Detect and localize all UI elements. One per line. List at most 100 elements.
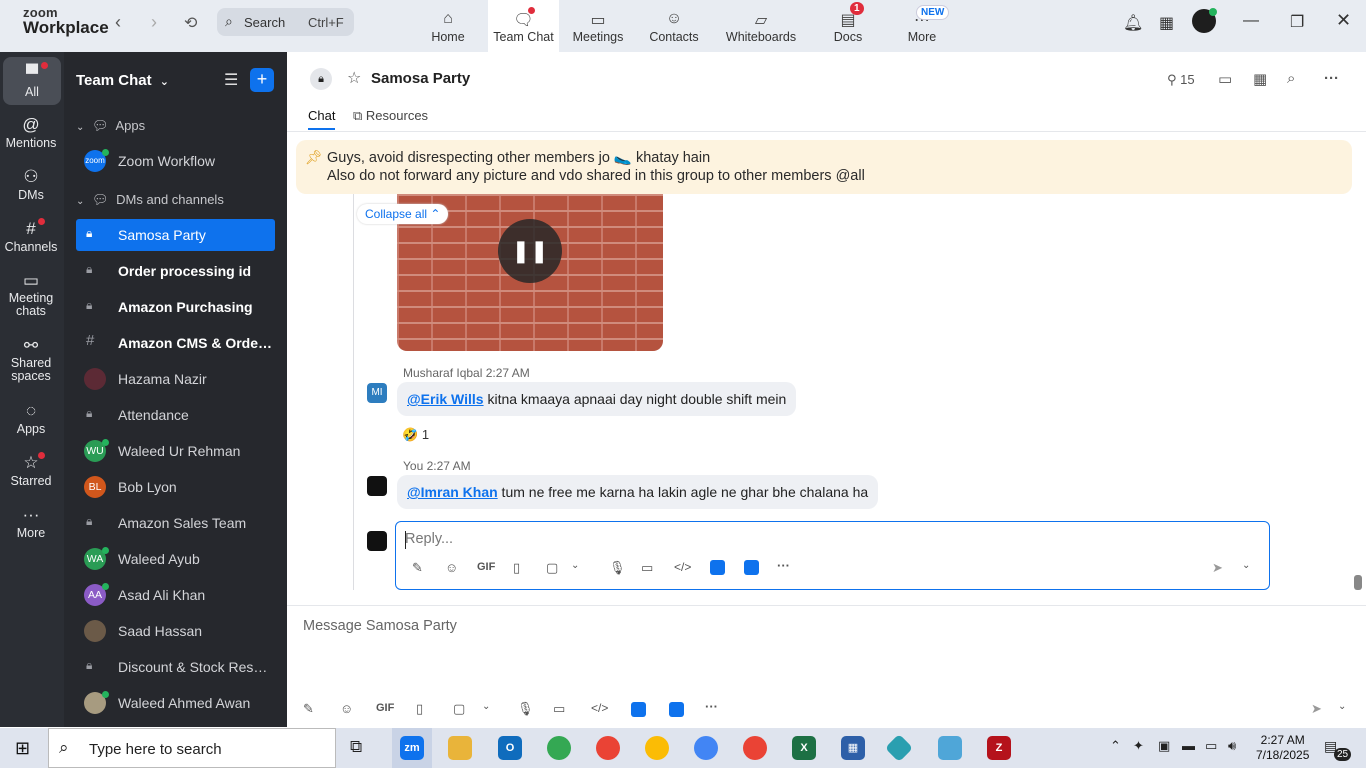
rail-shared-spaces[interactable]: ⚯ Shared spaces bbox=[0, 335, 62, 383]
chevron-down-icon[interactable]: ⌄ bbox=[1338, 701, 1346, 712]
more-icon[interactable]: ··· bbox=[1324, 70, 1339, 87]
windows-start-icon[interactable]: ⊞ bbox=[15, 738, 30, 759]
task-view-icon[interactable]: ⧉ bbox=[350, 737, 362, 757]
app-tray-icon[interactable]: ✦ bbox=[1133, 738, 1144, 754]
group-apps[interactable]: ⌄ 💬︎ Apps bbox=[76, 118, 145, 134]
reaction-chip[interactable]: 🤣 1 bbox=[402, 427, 429, 443]
tab-contacts[interactable]: ☺ Contacts bbox=[642, 0, 706, 52]
sidebar-item-amazon-sales-team[interactable]: 🔒︎ Amazon Sales Team bbox=[76, 507, 275, 539]
pause-icon[interactable]: ❚❚ bbox=[498, 219, 562, 283]
tab-team-chat[interactable]: 🗨 Team Chat bbox=[488, 0, 559, 52]
sidebar-item-amazon-purchasing[interactable]: 🔒︎ Amazon Purchasing bbox=[76, 291, 275, 323]
pinned-message[interactable]: 📌︎ Guys, avoid disrespecting other membe… bbox=[296, 140, 1352, 194]
sidebar-item-asad-ali-khan[interactable]: AA Asad Ali Khan bbox=[76, 579, 275, 611]
scrollbar-thumb[interactable] bbox=[1354, 575, 1362, 590]
rail-more[interactable]: ··· More bbox=[0, 504, 62, 540]
rail-all[interactable]: ▀ All bbox=[3, 57, 61, 105]
app-icon[interactable] bbox=[631, 702, 646, 717]
scrollbar[interactable] bbox=[1353, 132, 1363, 592]
clock[interactable]: 2:27 AM 7/18/2025 bbox=[1256, 733, 1309, 763]
chevron-down-icon[interactable]: ⌄ bbox=[482, 701, 490, 712]
sidebar-item-amazon-cms[interactable]: # Amazon CMS & Order... bbox=[76, 327, 275, 359]
network-icon[interactable]: ▭ bbox=[1205, 738, 1217, 754]
more-icon[interactable]: ··· bbox=[777, 558, 790, 573]
sidebar-item-hazama-nazir[interactable]: Hazama Nazir bbox=[76, 363, 275, 395]
tab-resources[interactable]: ⧉ Resources bbox=[353, 108, 428, 124]
more-icon[interactable]: ··· bbox=[705, 699, 718, 714]
avatar[interactable] bbox=[1192, 8, 1217, 33]
mention-link[interactable]: @Imran Khan bbox=[407, 484, 498, 500]
restore-icon[interactable]: ❐ bbox=[1290, 12, 1304, 32]
rail-starred[interactable]: ☆ Starred bbox=[0, 452, 62, 488]
chevron-down-icon[interactable]: ⌄ bbox=[571, 560, 579, 571]
app-icon[interactable] bbox=[744, 560, 759, 575]
sidebar-item-zoom-workflow[interactable]: zoom Zoom Workflow bbox=[76, 145, 275, 177]
sidebar-item-attendance[interactable]: 🔒︎ Attendance bbox=[76, 399, 275, 431]
tab-meetings[interactable]: ▭ Meetings bbox=[566, 0, 630, 52]
forward-arrow-icon[interactable]: › bbox=[151, 12, 157, 33]
chrome-icon[interactable] bbox=[743, 736, 767, 760]
collapse-all-button[interactable]: Collapse all ⌃ bbox=[357, 204, 449, 224]
outlook-icon[interactable]: O bbox=[498, 736, 522, 760]
chrome-icon[interactable] bbox=[596, 736, 620, 760]
send-icon[interactable]: ➤ bbox=[1212, 560, 1223, 576]
video-message-icon[interactable]: ▭ bbox=[553, 701, 565, 717]
chrome-icon[interactable] bbox=[547, 736, 571, 760]
tab-whiteboards[interactable]: ▱ Whiteboards bbox=[722, 0, 800, 52]
sidebar-item-waleed-ayub[interactable]: WA Waleed Ayub bbox=[76, 543, 275, 575]
calendar-icon[interactable]: ▦ bbox=[1253, 70, 1267, 88]
close-icon[interactable]: ✕ bbox=[1336, 10, 1351, 31]
zoom-app-icon[interactable]: zm bbox=[400, 736, 424, 760]
taskbar-search[interactable]: ⌕ Type here to search bbox=[48, 728, 336, 768]
video-message-icon[interactable]: ▭ bbox=[641, 560, 653, 576]
message-bubble[interactable]: @Imran Khan tum ne free me karna ha laki… bbox=[397, 475, 879, 509]
chrome-icon[interactable] bbox=[645, 736, 669, 760]
sidebar-item-order-processing[interactable]: 🔒︎ Order processing id bbox=[76, 255, 275, 287]
minimize-icon[interactable]: — bbox=[1243, 12, 1259, 30]
new-chat-button[interactable]: + bbox=[250, 68, 274, 92]
reply-input[interactable]: Reply... bbox=[405, 531, 453, 547]
rail-mentions[interactable]: @ Mentions bbox=[0, 114, 62, 150]
file-icon[interactable]: ▯ bbox=[416, 701, 423, 717]
chevron-up-icon[interactable]: ⌃ bbox=[1110, 738, 1121, 754]
rail-meeting-chats[interactable]: ▭ Meeting chats bbox=[0, 270, 62, 318]
message-input[interactable]: Message Samosa Party bbox=[303, 618, 457, 634]
excel-icon[interactable]: X bbox=[792, 736, 816, 760]
star-icon[interactable]: ☆ bbox=[347, 68, 361, 88]
rail-dms[interactable]: ⚇ DMs bbox=[0, 166, 62, 202]
format-icon[interactable]: ✎ bbox=[412, 560, 423, 576]
app-icon[interactable] bbox=[669, 702, 684, 717]
chrome-icon[interactable] bbox=[694, 736, 718, 760]
battery-icon[interactable]: ▬ bbox=[1182, 738, 1195, 753]
chevron-down-icon[interactable]: ⌄ bbox=[1242, 560, 1250, 571]
avatar[interactable] bbox=[367, 476, 387, 496]
emoji-icon[interactable]: ☺ bbox=[340, 701, 353, 716]
notepad-icon[interactable] bbox=[938, 736, 962, 760]
app-icon[interactable] bbox=[884, 733, 914, 763]
sidebar-title[interactable]: Team Chat ⌄ bbox=[76, 72, 169, 89]
tab-more[interactable]: ⋯ NEW More bbox=[898, 0, 950, 52]
microphone-icon[interactable]: 🎙︎ bbox=[609, 560, 626, 576]
sidebar-item-waleed-ur-rehman[interactable]: WU Waleed Ur Rehman bbox=[76, 435, 275, 467]
emoji-icon[interactable]: ☺ bbox=[445, 560, 458, 575]
video-icon[interactable]: ▭ bbox=[1218, 70, 1232, 88]
members-button[interactable]: ⚲ 15 bbox=[1167, 72, 1195, 88]
filezilla-icon[interactable]: Z bbox=[987, 736, 1011, 760]
sender-name[interactable]: Musharaf Iqbal bbox=[403, 366, 482, 380]
file-icon[interactable]: ▯ bbox=[513, 560, 520, 576]
tab-chat[interactable]: Chat bbox=[308, 108, 336, 130]
gif-button[interactable]: GIF bbox=[477, 561, 495, 573]
back-arrow-icon[interactable]: ‹ bbox=[115, 12, 121, 33]
format-icon[interactable]: ✎ bbox=[303, 701, 314, 717]
rail-channels[interactable]: # Channels bbox=[0, 218, 62, 254]
tab-home[interactable]: ⌂ Home bbox=[416, 0, 480, 52]
group-dms-channels[interactable]: ⌄ 💬︎ DMs and channels bbox=[76, 192, 224, 208]
filter-icon[interactable]: ☰ bbox=[224, 70, 238, 90]
volume-icon[interactable]: 🔊︎ bbox=[1228, 738, 1236, 754]
search-box[interactable]: ⌕ Search Ctrl+F bbox=[217, 8, 354, 36]
app-tray-icon[interactable]: ▣ bbox=[1158, 738, 1170, 754]
search-icon[interactable]: ⌕ bbox=[1287, 70, 1295, 87]
code-icon[interactable]: </> bbox=[591, 701, 608, 715]
calendar-icon[interactable]: ▦ bbox=[1159, 13, 1174, 33]
chat-title[interactable]: Samosa Party bbox=[371, 70, 470, 87]
